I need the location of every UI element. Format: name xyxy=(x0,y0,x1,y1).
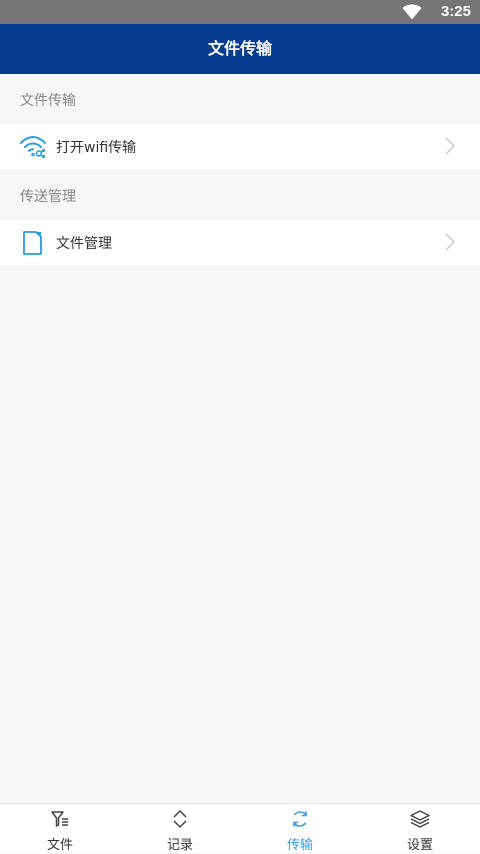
sync-icon xyxy=(293,811,307,827)
filter-icon xyxy=(51,811,68,827)
section-header-file-transfer: 文件传输 xyxy=(0,74,480,123)
file-management-row[interactable]: 文件管理 xyxy=(0,220,480,265)
wifi-icon xyxy=(402,4,422,20)
open-wifi-transfer-label: 打开wifi传输 xyxy=(56,140,137,156)
section-header-transfer-management: 传送管理 xyxy=(0,170,480,219)
record-icon xyxy=(173,809,187,829)
open-wifi-transfer-row[interactable]: 打开wifi传输 xyxy=(0,124,480,169)
section-title: 传送管理 xyxy=(20,189,76,205)
app-header: 文件传输 xyxy=(0,24,480,74)
tab-settings[interactable]: 设置 xyxy=(360,804,480,854)
tab-label: 传输 xyxy=(286,838,313,853)
tab-files[interactable]: 文件 xyxy=(0,804,120,854)
status-bar: 3:25 xyxy=(0,0,480,24)
tab-transfer[interactable]: 传输 xyxy=(240,804,360,854)
status-time: 3:25 xyxy=(440,3,471,20)
chevron-right-icon xyxy=(445,137,455,155)
file-management-label: 文件管理 xyxy=(56,236,112,252)
wifi-transfer-icon xyxy=(20,135,46,159)
chevron-right-icon xyxy=(445,233,455,251)
bottom-tab-bar: 文件 记录 传输 设置 xyxy=(0,803,480,853)
tab-records[interactable]: 记录 xyxy=(120,804,240,854)
tab-label: 记录 xyxy=(166,838,193,853)
section-title: 文件传输 xyxy=(20,93,76,109)
tab-label: 设置 xyxy=(406,838,433,853)
tab-label: 文件 xyxy=(46,838,73,853)
file-icon xyxy=(23,231,42,255)
page-title: 文件传输 xyxy=(207,39,272,58)
layers-icon xyxy=(410,810,430,828)
